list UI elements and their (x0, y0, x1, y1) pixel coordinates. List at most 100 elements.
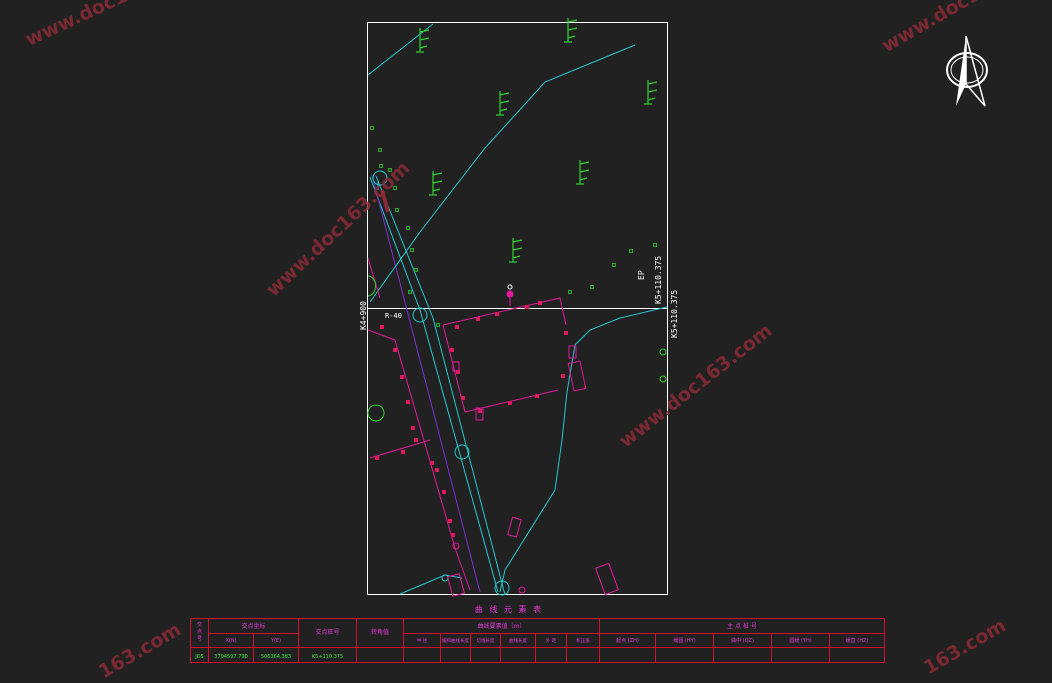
building-point (508, 401, 512, 405)
small-circle (442, 575, 448, 581)
route-centerline (372, 175, 480, 592)
building-edge (368, 330, 470, 590)
header-main-subcol: 圆缓 (YH) (789, 637, 811, 644)
survey-dot (371, 127, 374, 130)
building-point (456, 370, 460, 374)
survey-dot (396, 209, 399, 212)
header-coord-group: 交点坐标 (241, 622, 265, 630)
buildings-group (368, 190, 666, 596)
header-curve-subcol: 缓和曲线长度 (442, 637, 469, 644)
tree-symbol (496, 91, 509, 115)
header-curve-subcol: 曲线长度 (509, 637, 527, 644)
tree-symbol (576, 160, 589, 184)
marker-dot (508, 285, 512, 289)
building-point (476, 317, 480, 321)
curve-element-table: 曲 线 元 素 表 交点号 交点坐标 X(N) Y(E) 交点桩号 转角值 曲线要素值（m）… (191, 604, 885, 663)
building-point (375, 456, 379, 460)
marker-point (507, 291, 514, 298)
table-grid (191, 619, 885, 663)
survey-dot (437, 324, 440, 327)
building-point (561, 374, 565, 378)
header-curve-group: 曲线要素值（m） (478, 622, 526, 630)
header-curve-subcol: 外 距 (546, 637, 557, 644)
small-building (596, 563, 619, 594)
building-edge (370, 440, 430, 458)
survey-dot (411, 249, 414, 252)
header-curve-subcol: 半 径 (417, 637, 428, 644)
road-centerline-group (368, 24, 667, 595)
header-curve-subcol: 校正值 (576, 637, 590, 644)
green-circle (660, 349, 666, 355)
building-point (448, 519, 452, 523)
table-cells: 交点号 交点坐标 X(N) Y(E) 交点桩号 转角值 曲线要素值（m） 半 径 缓和曲线长度 切… (194, 621, 868, 660)
station-label-left: K4+900 (359, 301, 368, 330)
survey-dot (569, 291, 572, 294)
building-point (401, 450, 405, 454)
survey-dot (613, 264, 616, 267)
ep-label: EP (637, 270, 646, 280)
building-point (525, 305, 529, 309)
building-point (414, 438, 418, 442)
small-circle (519, 587, 525, 593)
survey-dot (630, 250, 633, 253)
survey-dot (380, 165, 383, 168)
survey-dot (379, 149, 382, 152)
building-point (430, 461, 434, 465)
building-point (538, 301, 542, 305)
header-main-subcol: 曲中 (QZ) (731, 637, 754, 644)
building-point (478, 409, 482, 413)
header-point-no: 号 (197, 636, 202, 642)
header-y: Y(E) (270, 638, 281, 644)
green-circle (660, 376, 666, 382)
building-point (450, 348, 454, 352)
survey-dot (654, 244, 657, 247)
road-edge-line (370, 177, 498, 592)
radius-label: R-40 (385, 312, 402, 320)
building-edge (443, 298, 566, 325)
small-circle (453, 543, 459, 549)
building-point (411, 426, 415, 430)
survey-dot (409, 291, 412, 294)
tree-symbol (416, 28, 429, 52)
building-point (406, 400, 410, 404)
table-frame (191, 619, 885, 663)
header-main-subcol: 起点 (ZH) (616, 638, 639, 644)
header-curve-subcol: 切线长度 (477, 637, 495, 644)
tree-symbol (564, 18, 577, 42)
building-edge (443, 325, 558, 412)
building-point (393, 348, 397, 352)
header-point-no: 交 (197, 621, 202, 628)
vegetation-group (416, 18, 657, 262)
cell-x: 3794597.790 (214, 654, 247, 660)
building-point (442, 490, 446, 494)
header-main-subcol: 缓圆 (HY) (673, 637, 695, 644)
building-point (400, 375, 404, 379)
header-x: X(N) (225, 638, 236, 644)
building-point (451, 533, 455, 537)
survey-dot (415, 269, 418, 272)
building-point (535, 394, 539, 398)
green-circle (368, 405, 384, 421)
tree-symbol (429, 171, 442, 195)
header-point-no: 点 (197, 629, 202, 635)
building-point (495, 312, 499, 316)
cell-point: JD5 (194, 654, 204, 660)
road-line-curve (500, 307, 667, 592)
table-title: 曲 线 元 素 表 (475, 604, 543, 614)
cell-y: 506364.383 (261, 654, 291, 660)
manhole-circle (455, 445, 469, 459)
building-point (564, 331, 568, 335)
building-points-group (375, 301, 568, 537)
header-station: 交点桩号 (315, 628, 339, 636)
tree-symbol (509, 238, 522, 262)
building-point (435, 468, 439, 472)
survey-dot (591, 286, 594, 289)
station-label-right: K5+110.375 (670, 290, 679, 338)
tree-symbol (644, 80, 657, 104)
header-angle: 转角值 (371, 628, 389, 636)
north-arrow-icon (947, 36, 987, 106)
header-main-group: 主 点 桩 号 (727, 622, 757, 630)
cad-drawing: K4+900 K5+110.375 K5+110.375 EP R-40 曲 线… (0, 0, 1052, 671)
header-main-subcol: 缓直 (HZ) (846, 637, 869, 644)
small-building (568, 361, 586, 391)
